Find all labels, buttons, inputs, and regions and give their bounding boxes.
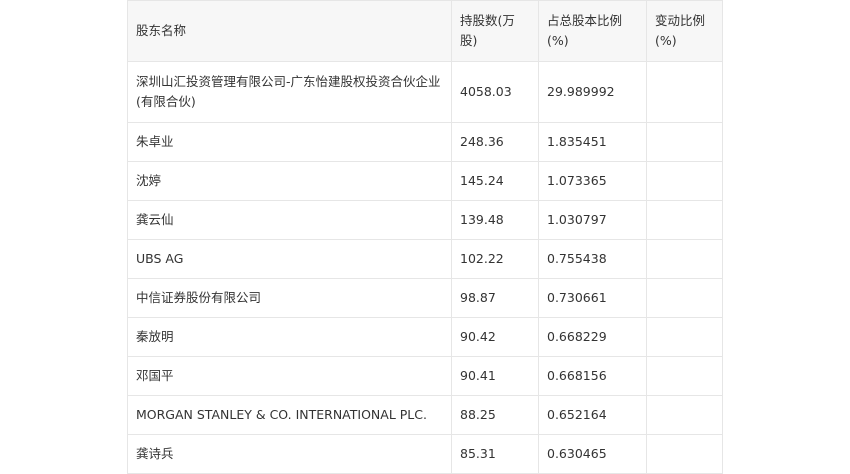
table-row: 朱卓业 248.36 1.835451 <box>127 122 723 162</box>
cell-share-ratio: 0.652164 <box>538 395 647 435</box>
table-row: 龚云仙 139.48 1.030797 <box>127 200 723 240</box>
cell-change-ratio <box>646 356 723 396</box>
table-row: 深圳山汇投资管理有限公司-广东怡建股权投资合伙企业(有限合伙) 4058.03 … <box>127 61 723 123</box>
table-row: 秦放明 90.42 0.668229 <box>127 317 723 357</box>
cell-share-ratio: 29.989992 <box>538 61 647 123</box>
header-share-ratio: 占总股本比例(%) <box>538 0 647 62</box>
table-row: 邓国平 90.41 0.668156 <box>127 356 723 396</box>
cell-shareholder-name: 朱卓业 <box>127 122 452 162</box>
cell-shareholder-name: 龚诗兵 <box>127 434 452 474</box>
cell-shareholder-name: 中信证券股份有限公司 <box>127 278 452 318</box>
cell-shares: 98.87 <box>451 278 539 318</box>
table-body: 深圳山汇投资管理有限公司-广东怡建股权投资合伙企业(有限合伙) 4058.03 … <box>127 61 723 474</box>
header-change-ratio: 变动比例(%) <box>646 0 723 62</box>
table-row: MORGAN STANLEY & CO. INTERNATIONAL PLC. … <box>127 395 723 435</box>
cell-shares: 90.41 <box>451 356 539 396</box>
cell-share-ratio: 1.030797 <box>538 200 647 240</box>
cell-share-ratio: 1.835451 <box>538 122 647 162</box>
cell-share-ratio: 0.668156 <box>538 356 647 396</box>
header-shares: 持股数(万股) <box>451 0 539 62</box>
cell-shares: 139.48 <box>451 200 539 240</box>
cell-shares: 102.22 <box>451 239 539 279</box>
cell-shares: 248.36 <box>451 122 539 162</box>
cell-shareholder-name: 邓国平 <box>127 356 452 396</box>
cell-change-ratio <box>646 239 723 279</box>
cell-change-ratio <box>646 278 723 318</box>
header-row: 股东名称 持股数(万股) 占总股本比例(%) 变动比例(%) <box>127 0 723 62</box>
cell-shareholder-name: 深圳山汇投资管理有限公司-广东怡建股权投资合伙企业(有限合伙) <box>127 61 452 123</box>
cell-share-ratio: 1.073365 <box>538 161 647 201</box>
cell-change-ratio <box>646 395 723 435</box>
shareholder-table-container: 股东名称 持股数(万股) 占总股本比例(%) 变动比例(%) 深圳山汇投资管理有… <box>127 0 723 474</box>
cell-shares: 4058.03 <box>451 61 539 123</box>
cell-share-ratio: 0.730661 <box>538 278 647 318</box>
table-row: 中信证券股份有限公司 98.87 0.730661 <box>127 278 723 318</box>
cell-shareholder-name: UBS AG <box>127 239 452 279</box>
cell-share-ratio: 0.630465 <box>538 434 647 474</box>
cell-change-ratio <box>646 122 723 162</box>
cell-shares: 145.24 <box>451 161 539 201</box>
cell-change-ratio <box>646 200 723 240</box>
cell-change-ratio <box>646 161 723 201</box>
table-row: 龚诗兵 85.31 0.630465 <box>127 434 723 474</box>
cell-change-ratio <box>646 434 723 474</box>
cell-share-ratio: 0.755438 <box>538 239 647 279</box>
cell-shareholder-name: 龚云仙 <box>127 200 452 240</box>
header-shareholder-name: 股东名称 <box>127 0 452 62</box>
cell-shareholder-name: 沈婷 <box>127 161 452 201</box>
cell-shares: 90.42 <box>451 317 539 357</box>
shareholder-table: 股东名称 持股数(万股) 占总股本比例(%) 变动比例(%) 深圳山汇投资管理有… <box>127 0 723 474</box>
cell-change-ratio <box>646 61 723 123</box>
cell-shareholder-name: 秦放明 <box>127 317 452 357</box>
cell-change-ratio <box>646 317 723 357</box>
table-header: 股东名称 持股数(万股) 占总股本比例(%) 变动比例(%) <box>127 0 723 62</box>
table-row: UBS AG 102.22 0.755438 <box>127 239 723 279</box>
cell-share-ratio: 0.668229 <box>538 317 647 357</box>
cell-shares: 88.25 <box>451 395 539 435</box>
cell-shares: 85.31 <box>451 434 539 474</box>
cell-shareholder-name: MORGAN STANLEY & CO. INTERNATIONAL PLC. <box>127 395 452 435</box>
table-row: 沈婷 145.24 1.073365 <box>127 161 723 201</box>
